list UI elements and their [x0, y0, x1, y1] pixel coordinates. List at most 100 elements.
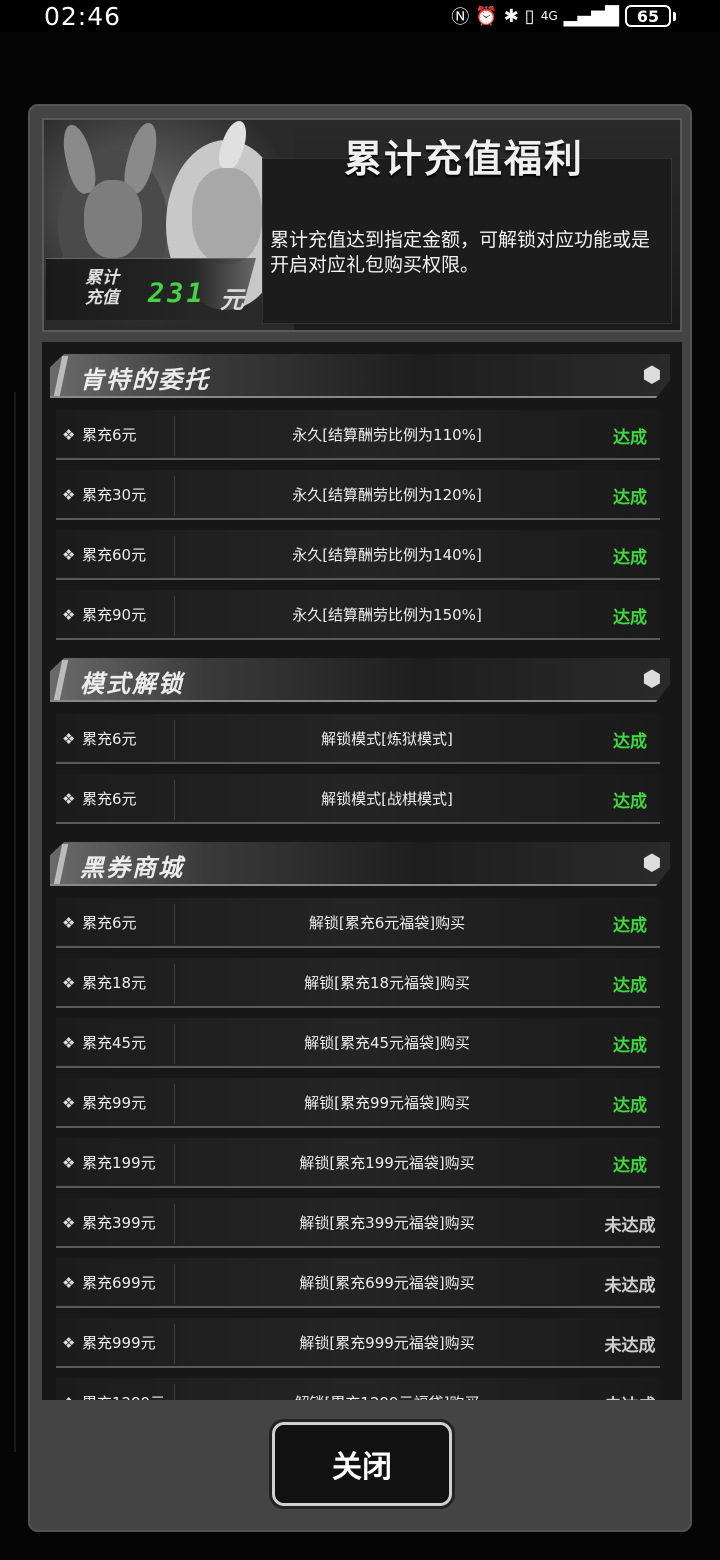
- list-item: ❖ 累充99元 解锁[累充99元福袋]购买 达成: [42, 1074, 682, 1134]
- row-divider: [174, 1024, 175, 1064]
- list-item: ❖ 累充6元 解锁模式[炼狱模式] 达成: [42, 710, 682, 770]
- layers-icon: ❖: [62, 546, 76, 564]
- layers-icon: ❖: [62, 1334, 76, 1352]
- reward-text: 解锁[累充699元福袋]购买: [299, 1274, 475, 1292]
- row-divider: [174, 536, 175, 576]
- section-header: 黑券商城 ⬢: [42, 834, 682, 894]
- layers-icon: ❖: [62, 1214, 76, 1232]
- list-item: ❖ 累充90元 永久[结算酬劳比例为150%] 达成: [42, 586, 682, 646]
- status-badge: 达成: [613, 608, 647, 628]
- section-title: 肯特的委托: [80, 366, 210, 394]
- layers-icon: ❖: [62, 1034, 76, 1052]
- status-badge: 达成: [613, 1096, 647, 1116]
- list-item: ❖ 累充399元 解锁[累充399元福袋]购买 未达成: [42, 1194, 682, 1254]
- list-item: ❖ 累充199元 解锁[累充199元福袋]购买 达成: [42, 1134, 682, 1194]
- layers-icon: ❖: [62, 790, 76, 808]
- list-item: ❖ 累充18元 解锁[累充18元福袋]购买 达成: [42, 954, 682, 1014]
- row-divider: [174, 1204, 175, 1244]
- network-label: 4G: [540, 9, 558, 23]
- recharge-benefits-dialog: 累计 充值 231 元 累计充值福利 累计充值达到指定金额，可解锁对应功能或是开…: [28, 104, 692, 1532]
- total-label-line1: 累计: [85, 268, 119, 288]
- reward-text: 永久[结算酬劳比例为140%]: [292, 546, 482, 564]
- portrait-face-left: [84, 180, 142, 258]
- list-item: ❖ 累充60元 永久[结算酬劳比例为140%] 达成: [42, 526, 682, 586]
- section-title: 黑券商城: [80, 854, 184, 882]
- requirement-text: 累充6元: [82, 790, 137, 808]
- status-badge: 未达成: [604, 1216, 656, 1236]
- requirement-text: 累充6元: [82, 426, 137, 444]
- layers-icon: ❖: [62, 914, 76, 932]
- row-divider: [174, 416, 175, 456]
- bluetooth-icon: ✱: [503, 5, 519, 27]
- list-item: ❖累充1299元解锁[累充1299元福袋]购买未达成: [42, 1374, 682, 1400]
- signal-icon: ▂▄▆█: [563, 5, 619, 27]
- requirement-text: 累充1299元: [82, 1392, 192, 1400]
- requirement-text: 累充18元: [82, 974, 147, 992]
- status-time: 02:46: [44, 1, 122, 31]
- section-header: 模式解锁 ⬢: [42, 650, 682, 710]
- list-item: ❖ 累充699元 解锁[累充699元福袋]购买 未达成: [42, 1254, 682, 1314]
- list-item: ❖ 累充999元 解锁[累充999元福袋]购买 未达成: [42, 1314, 682, 1374]
- reward-text: 解锁[累充399元福袋]购买: [299, 1214, 475, 1232]
- benefits-list[interactable]: 肯特的委托 ⬢ ❖ 累充6元 永久[结算酬劳比例为110%] 达成 ❖ 累充30元 永久[结算酬…: [42, 342, 682, 1400]
- battery-tip: [673, 11, 676, 21]
- requirement-text: 累充199元: [82, 1154, 156, 1172]
- total-recharge-value: 231: [148, 278, 206, 309]
- total-recharge-unit: 元: [220, 286, 244, 314]
- status-badge: 未达成: [590, 1391, 670, 1400]
- reward-text: 永久[结算酬劳比例为150%]: [292, 606, 482, 624]
- row-divider: [174, 904, 175, 944]
- status-icons: Ⓝ ⏰ ✱ ▯ 4G ▂▄▆█ 65: [451, 3, 676, 29]
- row-divider: [174, 596, 175, 636]
- requirement-text: 累充6元: [82, 730, 137, 748]
- status-bar: 02:46 Ⓝ ⏰ ✱ ▯ 4G ▂▄▆█ 65: [0, 0, 720, 32]
- row-divider: [174, 1084, 175, 1124]
- row-divider: [174, 1264, 175, 1304]
- list-item: ❖ 累充30元 永久[结算酬劳比例为120%] 达成: [42, 466, 682, 526]
- status-badge: 达成: [613, 732, 647, 752]
- reward-text: 解锁[累充18元福袋]购买: [304, 974, 470, 992]
- layers-icon: ❖: [62, 974, 76, 992]
- reward-text: 永久[结算酬劳比例为110%]: [292, 426, 482, 444]
- row-divider: [174, 1324, 175, 1364]
- status-badge: 达成: [613, 548, 647, 568]
- reward-text: 解锁模式[战棋模式]: [321, 790, 453, 808]
- reward-text: 解锁[累充45元福袋]购买: [304, 1034, 470, 1052]
- requirement-text: 累充699元: [82, 1274, 156, 1292]
- reward-text: 解锁模式[炼狱模式]: [321, 730, 453, 748]
- requirement-text: 累充30元: [82, 486, 147, 504]
- hexagon-icon: ⬢: [642, 362, 662, 388]
- close-button[interactable]: 关闭: [272, 1422, 452, 1506]
- row-divider: [174, 476, 175, 516]
- reward-text: 永久[结算酬劳比例为120%]: [292, 486, 482, 504]
- status-badge: 未达成: [604, 1336, 656, 1356]
- reward-text: 解锁[累充6元福袋]购买: [308, 914, 466, 932]
- reward-text: 解锁[累充1299元福袋]购买: [182, 1392, 592, 1400]
- layers-icon: ❖: [62, 486, 76, 504]
- reward-text: 解锁[累充199元福袋]购买: [299, 1154, 475, 1172]
- header-panel: 累计 充值 231 元 累计充值福利 累计充值达到指定金额，可解锁对应功能或是开…: [42, 118, 682, 332]
- status-badge: 达成: [613, 428, 647, 448]
- section-title: 模式解锁: [80, 670, 184, 698]
- layers-icon: ❖: [62, 1394, 80, 1400]
- status-badge: 达成: [613, 1156, 647, 1176]
- description-text: 累计充值达到指定金额，可解锁对应功能或是开启对应礼包购买权限。: [270, 229, 651, 276]
- row-divider: [174, 720, 175, 760]
- portrait-face-right: [192, 168, 262, 264]
- layers-icon: ❖: [62, 426, 76, 444]
- battery-icon: 65: [625, 5, 671, 27]
- requirement-text: 累充90元: [82, 606, 147, 624]
- requirement-text: 累充999元: [82, 1334, 156, 1352]
- alarm-icon: ⏰: [475, 5, 498, 27]
- section-header: 肯特的委托 ⬢: [42, 346, 682, 406]
- row-divider: [174, 780, 175, 820]
- status-badge: 达成: [613, 792, 647, 812]
- hexagon-icon: ⬢: [642, 850, 662, 876]
- list-item: ❖ 累充6元 解锁模式[战棋模式] 达成: [42, 770, 682, 830]
- total-recharge-label: 累计 充值: [72, 268, 132, 308]
- row-divider: [174, 1384, 175, 1400]
- requirement-text: 累充6元: [82, 914, 137, 932]
- requirement-text: 累充45元: [82, 1034, 147, 1052]
- layers-icon: ❖: [62, 1154, 76, 1172]
- reward-text: 解锁[累充99元福袋]购买: [304, 1094, 470, 1112]
